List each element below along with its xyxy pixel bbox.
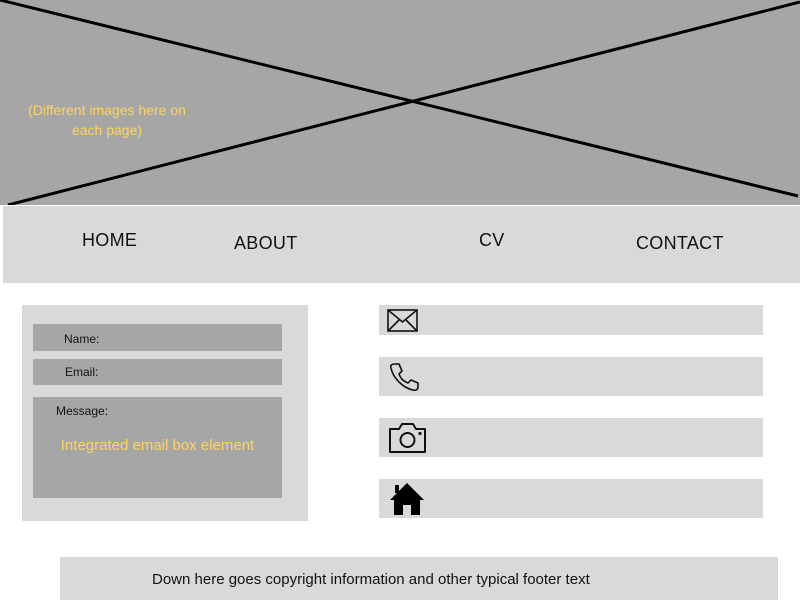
name-field[interactable]: Name: — [33, 324, 282, 351]
home-link-row[interactable] — [379, 479, 763, 518]
footer: Down here goes copyright information and… — [60, 557, 778, 600]
email-field[interactable]: Email: — [33, 359, 282, 385]
phone-icon — [389, 363, 419, 392]
email-label: Email: — [65, 365, 99, 379]
nav-item-about[interactable]: ABOUT — [234, 233, 298, 254]
nav-item-contact[interactable]: CONTACT — [636, 233, 724, 254]
message-field[interactable]: Message: Integrated email box element — [33, 397, 282, 498]
name-label: Name: — [64, 332, 100, 346]
envelope-icon — [387, 309, 418, 332]
message-label: Message: — [56, 404, 109, 418]
home-icon — [390, 483, 424, 515]
main-nav: HOME ABOUT CV CONTACT — [3, 206, 800, 283]
email-link-row[interactable] — [379, 305, 763, 335]
hero-image-placeholder: (Different images here on each page) — [0, 0, 800, 205]
phone-link-row[interactable] — [379, 357, 763, 396]
camera-icon — [389, 423, 426, 453]
nav-item-cv[interactable]: CV — [479, 230, 505, 251]
hero-note: (Different images here on each page) — [28, 102, 186, 138]
footer-text: Down here goes copyright information and… — [152, 571, 590, 588]
message-note: Integrated email box element — [60, 437, 255, 454]
nav-item-home[interactable]: HOME — [82, 230, 137, 251]
camera-link-row[interactable] — [379, 418, 763, 457]
contact-form: Name: Email: Message: Integrated email b… — [22, 305, 308, 521]
